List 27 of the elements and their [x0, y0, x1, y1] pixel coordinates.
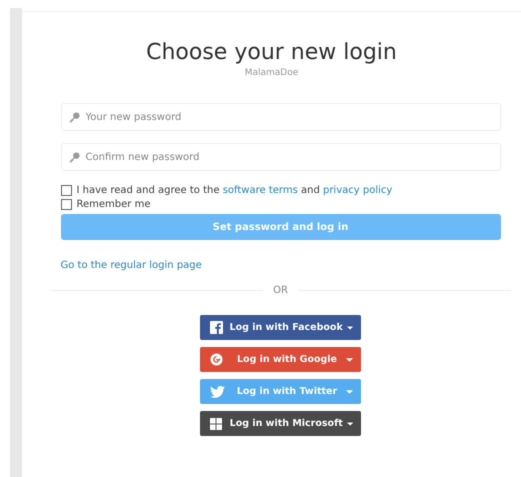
checkbox[interactable]	[60, 185, 72, 196]
social-login-button[interactable]: Log in with Google	[200, 347, 361, 372]
username: MalamaDoe	[244, 68, 298, 78]
caret-icon	[346, 358, 353, 362]
windows-icon	[210, 418, 222, 430]
checkbox[interactable]	[60, 199, 72, 210]
checkbox-label: I have read and agree to the software terms and privacy policy	[76, 185, 392, 196]
regular-login-link[interactable]: Go to the regular login page	[60, 260, 202, 271]
checkbox-label: Remember me	[76, 199, 150, 210]
facebook-icon	[210, 321, 223, 334]
social-login-button[interactable]: Log in with Microsoft	[200, 411, 361, 436]
bird-icon	[210, 386, 225, 398]
submit-button[interactable]: Set password and log in	[60, 214, 500, 240]
social-login-button[interactable]: Log in with Facebook	[200, 315, 361, 340]
link[interactable]: software terms	[222, 185, 298, 196]
link[interactable]: privacy policy	[322, 185, 392, 196]
key-icon	[68, 152, 80, 163]
caret-icon	[346, 390, 353, 394]
password-field[interactable]: Your new password	[60, 103, 500, 131]
separator-label: OR	[273, 285, 288, 296]
password-field[interactable]: Confirm new password	[60, 143, 500, 171]
key-icon	[68, 112, 80, 123]
google-plus-icon	[210, 353, 223, 366]
caret-icon	[346, 422, 353, 426]
social-login-button[interactable]: Log in with Twitter	[200, 379, 361, 404]
caret-icon	[346, 326, 353, 330]
page-title: Choose your new login	[146, 40, 397, 65]
